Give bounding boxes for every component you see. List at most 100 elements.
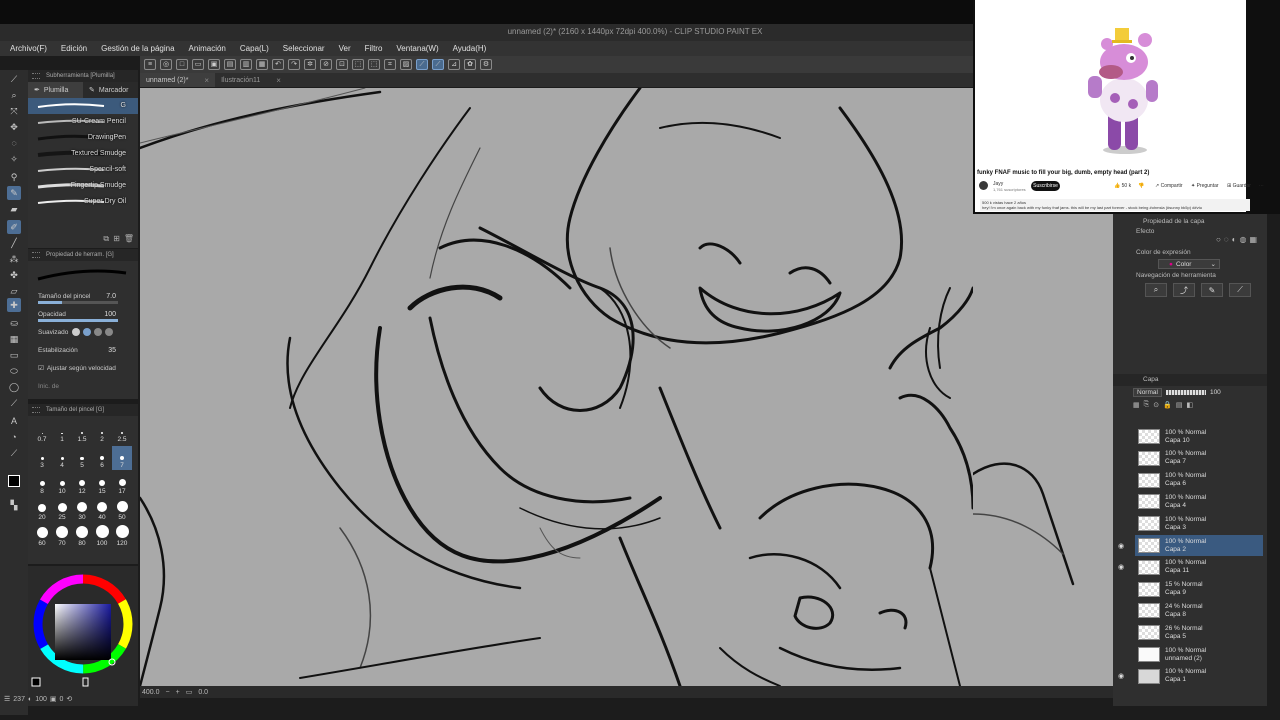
auto-select-icon[interactable]: ✧ — [7, 152, 21, 166]
close-icon[interactable]: × — [276, 76, 281, 85]
history-icon[interactable]: ⟲ — [66, 695, 72, 703]
invert-selection-icon[interactable]: ⬚ — [368, 59, 380, 70]
menu-seleccionar[interactable]: Seleccionar — [283, 44, 325, 53]
correct-line-icon[interactable]: ⟋ — [7, 446, 21, 460]
brush-size-option[interactable]: 30 — [72, 498, 92, 522]
undo-icon[interactable]: ↶ — [272, 59, 284, 70]
smoothing-options[interactable] — [72, 328, 113, 336]
menu-edicion[interactable]: Edición — [61, 44, 87, 53]
clip-studio-icon[interactable]: ◎ — [160, 59, 172, 70]
brush-item[interactable]: Super Dry Oil — [28, 194, 138, 210]
open-file-icon[interactable]: ▭ — [192, 59, 204, 70]
speed-row[interactable]: ☑ Ajustar según velocidad — [28, 359, 138, 377]
brush-size-option[interactable]: 40 — [92, 498, 112, 522]
eye-icon[interactable] — [1115, 470, 1127, 491]
menu-ver[interactable]: Ver — [339, 44, 351, 53]
channel-avatar[interactable] — [979, 181, 988, 190]
transparent-color-icon[interactable]: ▚ — [7, 498, 21, 512]
brush-size-slider[interactable] — [38, 301, 118, 304]
eraser-icon[interactable]: ▰ — [7, 202, 21, 216]
zoom-icon[interactable]: ⌕ — [7, 88, 21, 102]
menu-capa[interactable]: Capa(L) — [240, 44, 269, 53]
eye-icon[interactable] — [1115, 513, 1127, 534]
layer-row[interactable]: 26 % Normal Capa 5 — [1135, 622, 1263, 643]
opacity-slider[interactable] — [38, 319, 118, 322]
add-icon[interactable]: ⊞ — [113, 234, 120, 244]
share-button[interactable]: ↗ Compartir — [1155, 183, 1183, 189]
ruler-icon[interactable]: ⟋ — [7, 396, 21, 410]
eye-icon[interactable]: ◉ — [1115, 557, 1127, 578]
nav-zoom-icon[interactable]: ⌕ — [1145, 283, 1167, 297]
save-button[interactable]: ⊞ Guardar — [1227, 183, 1251, 189]
settings-icon[interactable]: ✲ — [304, 59, 316, 70]
like-button[interactable]: 👍 50 k — [1114, 183, 1131, 189]
brush-size-row[interactable]: Tamaño del pincel 7.0 — [28, 287, 138, 305]
fit-icon[interactable]: ▭ — [186, 688, 193, 696]
balloon-icon[interactable]: ◔ — [7, 430, 21, 444]
menu-ventana[interactable]: Ventana(W) — [396, 44, 438, 53]
brush-size-option[interactable]: 80 — [72, 524, 92, 548]
brush-icon[interactable]: ╱ — [7, 236, 21, 250]
fill-bucket-icon[interactable]: ⛀ — [7, 316, 21, 330]
effect-tone-icon[interactable]: ◌ — [1224, 235, 1229, 249]
nav-pen-icon[interactable]: ✎ — [1201, 283, 1223, 297]
brush-size-option[interactable]: 1 — [52, 420, 72, 444]
decoration-icon[interactable]: ✤ — [7, 268, 21, 282]
brush-size-option[interactable]: 120 — [112, 524, 132, 548]
eye-icon[interactable]: ◉ — [1115, 666, 1127, 687]
effect-layer-icon[interactable]: ▦ — [1249, 235, 1257, 249]
brush-item[interactable]: DrawingPen — [28, 130, 138, 146]
text-icon[interactable]: A — [7, 414, 21, 428]
tab-unnamed-2[interactable]: unnamed (2)* × — [140, 73, 216, 87]
eye-icon[interactable] — [1115, 448, 1127, 469]
layer-row[interactable]: 100 % Normal Capa 4 — [1135, 491, 1263, 512]
crop-icon[interactable]: ⌗ — [384, 59, 396, 70]
eye-icon[interactable]: ◉ — [1115, 535, 1127, 556]
fill-icon[interactable]: ▨ — [400, 59, 412, 70]
close-icon[interactable]: × — [204, 76, 209, 85]
gradient-icon[interactable]: ▦ — [7, 332, 21, 346]
move-icon[interactable]: ✥ — [7, 120, 21, 134]
brush-size-option[interactable]: 6 — [92, 446, 112, 470]
main-color-swatch[interactable] — [7, 474, 21, 488]
settings-gear-icon[interactable]: ⚙ — [480, 59, 492, 70]
blend-icon[interactable]: ✚ — [7, 298, 21, 312]
layer-row[interactable]: 24 % Normal Capa 8 — [1135, 600, 1263, 621]
eyedropper-icon[interactable]: ⚲ — [7, 170, 21, 184]
airbrush-icon[interactable]: ⁂ — [7, 252, 21, 266]
brush-size-option[interactable]: 100 — [92, 524, 112, 548]
video-description[interactable]: 500 k vistas hace 2 años hey! i'm once a… — [980, 199, 1250, 211]
zoom-out-icon[interactable]: − — [166, 689, 170, 696]
drawing-canvas[interactable] — [140, 88, 973, 686]
menu-ayuda[interactable]: Ayuda(H) — [453, 44, 487, 53]
frame-icon[interactable]: ⬭ — [7, 364, 21, 378]
eye-icon[interactable] — [1115, 426, 1127, 447]
brush-item[interactable]: Textured Smudge — [28, 146, 138, 162]
video-title[interactable]: funky FNAF music to fill your big, dumb,… — [977, 170, 1149, 176]
menu-gestion-pagina[interactable]: Gestión de la página — [101, 44, 174, 53]
menu-archivo[interactable]: Archivo(F) — [10, 44, 47, 53]
deselect-icon[interactable]: ⬚ — [352, 59, 364, 70]
layer-row[interactable]: 15 % Normal Capa 9 — [1135, 579, 1263, 600]
menu-animacion[interactable]: Animación — [189, 44, 226, 53]
smoothing-row[interactable]: Suavizado — [28, 323, 138, 341]
operation-icon[interactable]: ⤧ — [7, 104, 21, 118]
pencil-icon[interactable]: ✐ — [7, 220, 21, 234]
ask-button[interactable]: ✦ Preguntar — [1191, 183, 1219, 189]
brush-size-value[interactable]: 7.0 — [106, 293, 116, 300]
export-icon[interactable]: ▥ — [240, 59, 252, 70]
eye-icon[interactable] — [1115, 600, 1127, 621]
effect-mask-icon[interactable]: ◍ — [1239, 235, 1246, 249]
pen-nib-icon[interactable]: ⟋ — [7, 72, 21, 86]
brush-item[interactable]: Fingertip Smudge — [28, 178, 138, 194]
brush-size-option[interactable]: 25 — [52, 498, 72, 522]
tab-marcador[interactable]: ✎ Marcador — [83, 82, 138, 98]
brush-item[interactable]: Spencil-soft — [28, 162, 138, 178]
circle-icon[interactable]: ◯ — [7, 380, 21, 394]
color-wheel-icon[interactable]: ✿ — [464, 59, 476, 70]
stabilization-row[interactable]: Estabilización 35 — [28, 341, 138, 359]
stabilization-value[interactable]: 35 — [108, 347, 116, 354]
snap-special-ruler-icon[interactable]: ⟋ — [432, 59, 444, 70]
brush-size-option[interactable]: 1.5 — [72, 420, 92, 444]
print-icon[interactable]: ▦ — [256, 59, 268, 70]
